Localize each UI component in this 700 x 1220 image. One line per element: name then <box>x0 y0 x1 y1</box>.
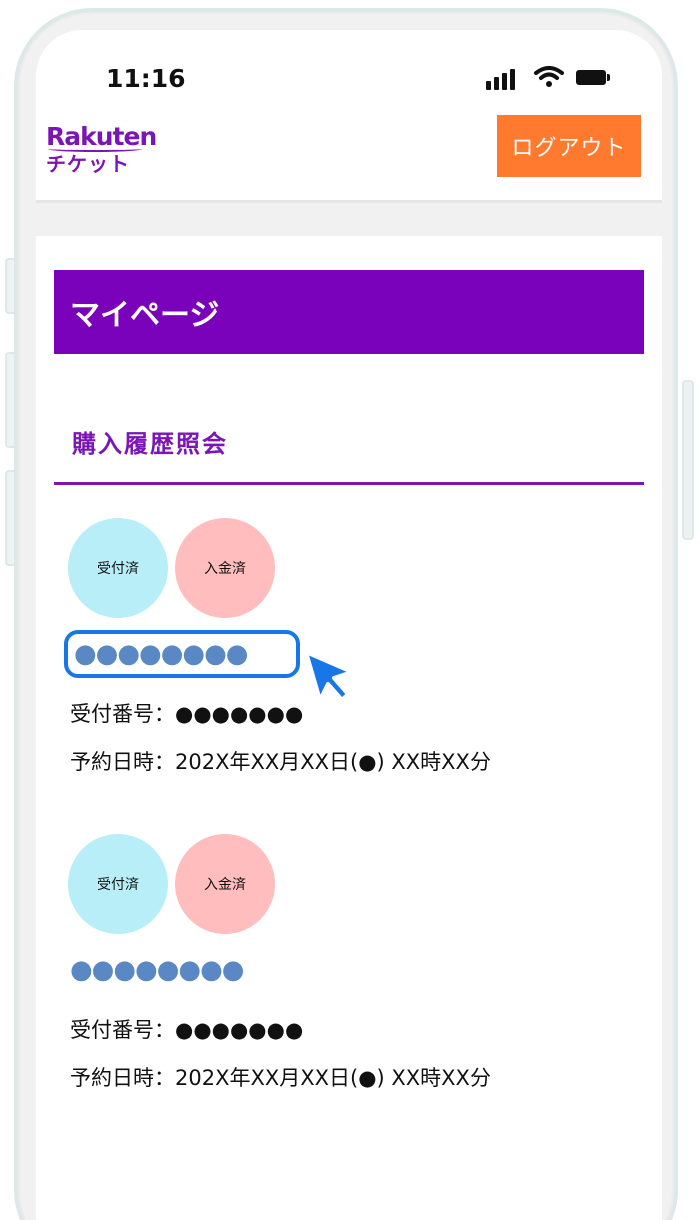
ticket-name-link[interactable]: ●●●●●●●● <box>64 630 300 678</box>
logo-text-bottom: チケット <box>46 152 130 176</box>
wifi-icon <box>534 66 564 87</box>
reservation-datetime: 予約日時：202X年XX月XX日(●) XX時XX分 <box>70 1066 491 1090</box>
pointer-cursor-icon <box>304 650 354 702</box>
order-card: 受付済 入金済 ●●●●●●●● 受付番号：●●●●●●● 予約日時：202X年… <box>36 834 662 1134</box>
ticket-name-link[interactable]: ●●●●●●●● <box>64 946 300 994</box>
app-header: Rakuten チケット ログアウト <box>36 112 662 202</box>
section-title: 購入履歴照会 <box>72 430 228 458</box>
status-badge-paid: 入金済 <box>175 834 275 934</box>
page-title: マイページ <box>54 270 644 354</box>
logo-text-top: Rakuten <box>46 122 157 151</box>
phone-power-button <box>682 380 694 540</box>
logout-button[interactable]: ログアウト <box>497 115 641 177</box>
status-badge-paid: 入金済 <box>175 518 275 618</box>
rakuten-ticket-logo[interactable]: Rakuten チケット <box>46 122 157 176</box>
status-badge-received: 受付済 <box>68 834 168 934</box>
status-icons <box>486 66 616 90</box>
reception-number: 受付番号：●●●●●●● <box>70 702 304 726</box>
battery-icon <box>576 70 610 85</box>
status-badge-received: 受付済 <box>68 518 168 618</box>
header-divider <box>36 200 662 236</box>
reservation-datetime: 予約日時：202X年XX月XX日(●) XX時XX分 <box>70 750 491 774</box>
reception-number: 受付番号：●●●●●●● <box>70 1018 304 1042</box>
phone-screen: 11:16 Rakuten チケット ログアウト マイページ 購入履歴照会 受付… <box>36 30 662 1220</box>
status-time: 11:16 <box>106 64 186 93</box>
section-divider <box>54 482 644 485</box>
